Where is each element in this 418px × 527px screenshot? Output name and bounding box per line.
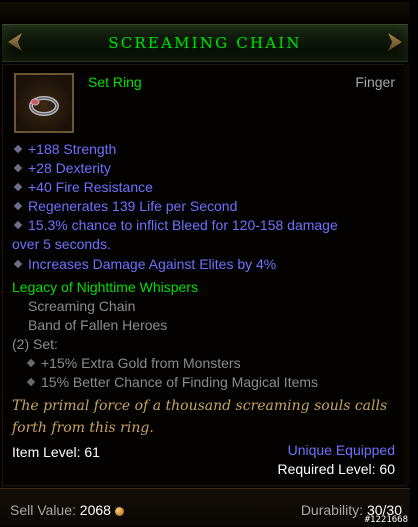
stat-line: 15.3% chance to inflict Bleed for 120-15… <box>12 216 338 235</box>
stat-line: +40 Fire Resistance <box>12 178 153 197</box>
stat-line: Regenerates 139 Life per Second <box>12 197 237 216</box>
set-bonus: +15% Extra Gold from Monsters <box>25 354 241 373</box>
stat-line: +188 Strength <box>12 140 116 159</box>
ring-icon <box>29 96 59 116</box>
item-type: Set Ring <box>88 74 142 90</box>
set-bonus: 15% Better Chance of Finding Magical Ite… <box>25 373 318 392</box>
unique-equipped: Unique Equipped <box>287 442 395 458</box>
bullet-icon <box>13 221 23 230</box>
bullet-icon <box>13 183 23 192</box>
set-name: Legacy of Nighttime Whispers <box>12 279 198 295</box>
gold-coin-icon <box>114 506 124 516</box>
bullet-icon <box>13 145 23 154</box>
bullet-icon <box>13 260 23 269</box>
flavor-text: The primal force of a thousand screaming… <box>12 395 402 439</box>
item-slot: Finger <box>355 74 395 90</box>
bullet-icon <box>13 202 23 211</box>
item-name: SCREAMING CHAIN <box>108 34 302 52</box>
set-piece: Screaming Chain <box>28 298 136 314</box>
stat-line-continuation: over 5 seconds. <box>12 236 111 252</box>
bullet-icon <box>26 359 36 368</box>
sell-value: Sell Value: 2068 <box>10 502 124 518</box>
item-level: Item Level: 61 <box>12 444 100 460</box>
tooltip-side-strip <box>404 64 410 484</box>
item-tooltip: SCREAMING CHAIN Set Ring Finger +188 Str… <box>0 2 410 526</box>
set-piece: Band of Fallen Heroes <box>28 317 168 333</box>
bullet-icon <box>26 378 36 387</box>
stat-line: Increases Damage Against Elites by 4% <box>12 255 276 274</box>
stat-line: +28 Dexterity <box>12 159 111 178</box>
tooltip-header: SCREAMING CHAIN <box>2 24 408 62</box>
required-level: Required Level: 60 <box>277 461 395 477</box>
tooltip-body: Set Ring Finger +188 Strength +28 Dexter… <box>2 64 406 486</box>
tooltip-frame-top <box>0 2 410 22</box>
bullet-icon <box>13 164 23 173</box>
flavor-line: forth from this ring. <box>12 420 154 436</box>
item-icon-frame <box>14 73 74 133</box>
watermark: #1221668 <box>364 515 408 525</box>
set-bonus-header: (2) Set: <box>12 336 58 352</box>
tooltip-footer: Sell Value: 2068 Durability: 30/30 <box>0 488 410 526</box>
flavor-line: The primal force of a thousand screaming… <box>12 398 388 414</box>
